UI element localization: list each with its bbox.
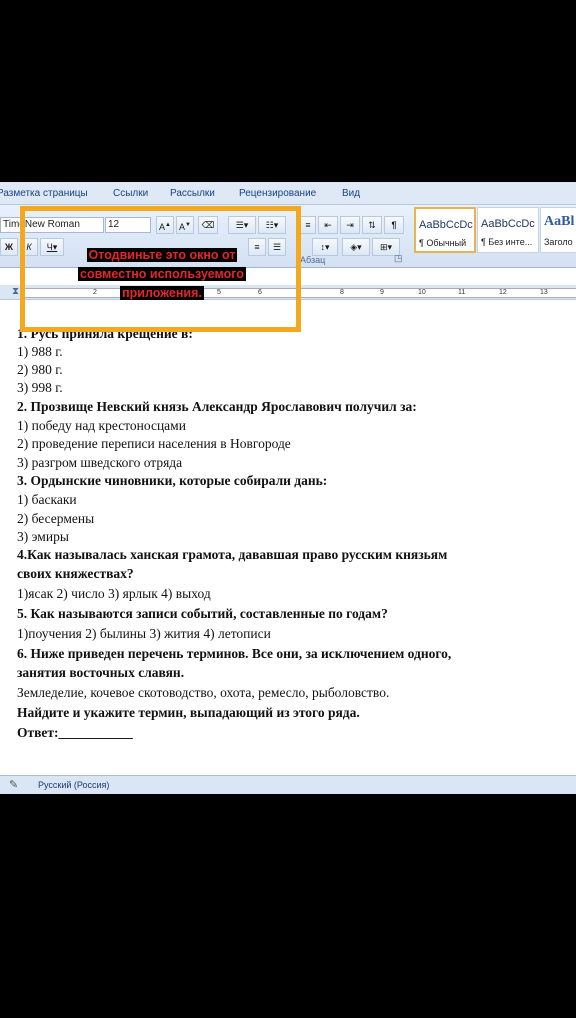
overlay-line: Отодвиньте это окно от (86, 248, 238, 262)
answer-option: 2) проведение переписи населения в Новго… (17, 436, 291, 451)
tab-mailings[interactable]: Рассылки (170, 188, 215, 199)
ruler-number: 10 (418, 289, 426, 296)
tab-references[interactable]: Ссылки (113, 188, 148, 199)
ribbon-tabs: Разметка страницы Ссылки Рассылки Реценз… (0, 182, 576, 205)
terms-list: Земледелие, кочевое скотоводство, охота,… (17, 685, 390, 700)
line-spacing-icon[interactable]: ↕▾ (312, 238, 338, 256)
style-name: ¶ Обычный (419, 238, 467, 248)
language-indicator[interactable]: Русский (Россия) (38, 780, 109, 790)
ruler-number: 11 (458, 289, 466, 296)
question-3: 3. Ордынские чиновники, которые собирали… (17, 473, 328, 488)
answer-option: 3) разгром шведского отряда (17, 455, 183, 470)
spellcheck-icon[interactable]: ✎ (9, 778, 18, 791)
answer-option: 2) 980 г. (17, 362, 63, 377)
pilcrow-icon[interactable]: ¶ (384, 216, 404, 234)
answer-option: 1) баскаки (17, 492, 77, 507)
paragraph-group-label: Абзац (300, 255, 326, 265)
style-normal[interactable]: AaBbCcDc ¶ Обычный (414, 207, 476, 253)
answer-options: 1)поучения 2) былины 3) жития 4) летопис… (17, 626, 271, 641)
dialog-launcher-icon[interactable]: ◳ (394, 253, 403, 264)
shading-icon[interactable]: ◈▾ (342, 238, 370, 256)
style-sample: AaBbCcDc (419, 219, 473, 231)
answer-option: 1) победу над крестоносцами (17, 418, 186, 433)
style-name: Заголо (544, 237, 573, 247)
ruler-number: 13 (540, 289, 548, 296)
tab-review[interactable]: Рецензирование (239, 188, 316, 199)
ruler-number: 12 (499, 289, 507, 296)
question-5: 5. Как называются записи событий, состав… (17, 606, 388, 621)
question-4: 4.Как называлась ханская грамота, дававш… (17, 547, 448, 562)
overlay-line: приложения. (120, 286, 204, 300)
instruction: Найдите и укажите термин, выпадающий из … (17, 705, 360, 720)
answer-option: 3) эмиры (17, 529, 69, 544)
style-heading[interactable]: AaBl Заголо (540, 207, 576, 253)
answer-option: 3) 998 г. (17, 380, 63, 395)
sort-icon[interactable]: ⇅ (362, 216, 382, 234)
tab-page-layout[interactable]: Разметка страницы (0, 188, 88, 199)
increase-indent-icon[interactable]: ⇥ (340, 216, 360, 234)
tab-view[interactable]: Вид (342, 188, 360, 199)
status-bar: ✎ Русский (Россия) (0, 775, 576, 794)
question-6: 6. Ниже приведен перечень терминов. Все … (17, 646, 452, 661)
answer-option: 2) бесермены (17, 511, 95, 526)
style-sample: AaBbCcDc (481, 218, 535, 230)
style-sample: AaBl (544, 214, 575, 229)
multilevel-list-icon[interactable]: ≡ (300, 216, 316, 234)
answer-line: Ответ:___________ (17, 725, 133, 740)
answer-options: 1)ясак 2) число 3) ярлык 4) выход (17, 586, 211, 601)
style-name: ¶ Без инте... (481, 237, 533, 247)
question-4-cont: своих княжествах? (17, 566, 134, 581)
ruler-number: 9 (380, 289, 384, 296)
share-overlay-message: Отодвиньте это окно от совместно использ… (58, 246, 266, 303)
answer-option: 1) 988 г. (17, 344, 63, 359)
question-6-cont: занятия восточных славян. (17, 665, 185, 680)
decrease-indent-icon[interactable]: ⇤ (318, 216, 338, 234)
style-no-spacing[interactable]: AaBbCcDc ¶ Без инте... (477, 207, 539, 253)
bold-icon[interactable]: Ж (0, 238, 18, 256)
ruler-number: 8 (340, 289, 344, 296)
question-2: 2. Прозвище Невский князь Александр Ярос… (17, 399, 417, 414)
overlay-line: совместно используемого (78, 267, 246, 281)
indent-marker-icon[interactable]: ⧗ (12, 285, 19, 299)
